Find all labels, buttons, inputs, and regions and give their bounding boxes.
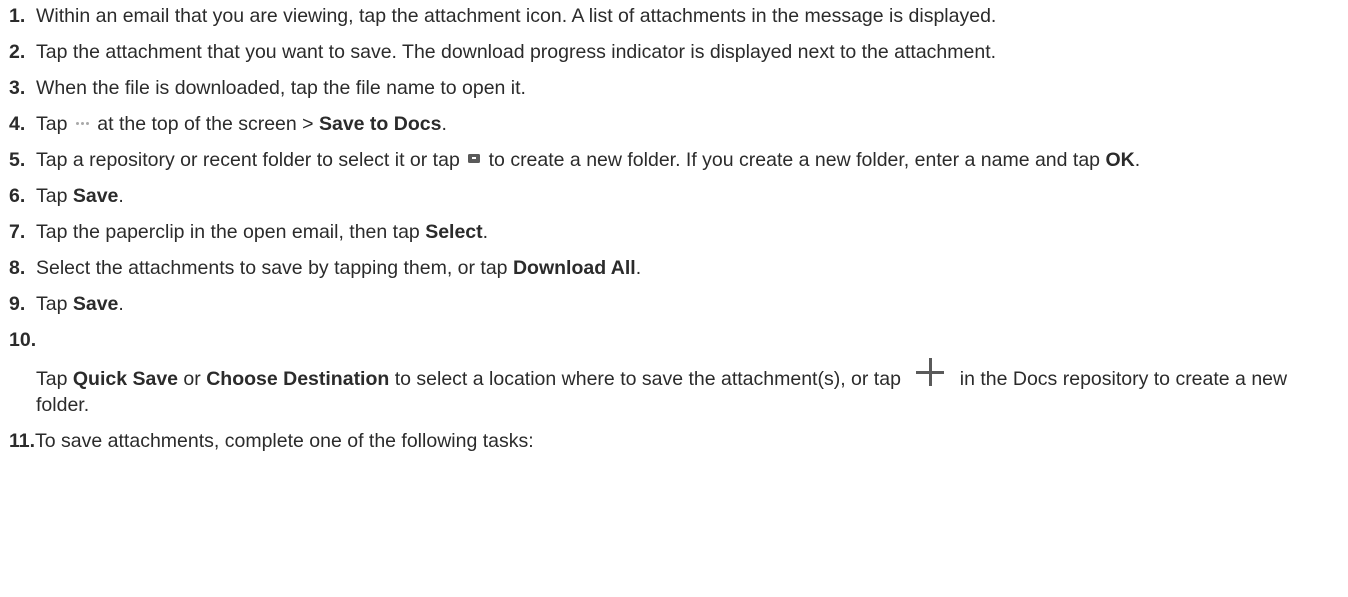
step-row: 8. Select the attachments to save by tapp…: [9, 255, 1348, 281]
ui-label-bold: Save to Docs: [318, 113, 442, 135]
step-row: 1. Within an email that you are viewing, …: [9, 3, 1348, 29]
step-text-segment: When the file is downloaded, tap the fil…: [36, 77, 526, 99]
step-text: Within an email that you are viewing, ta…: [36, 3, 1348, 29]
step-item: 6. Tap Save.: [9, 183, 1348, 209]
step-text-segment: .: [118, 293, 124, 315]
step-row: 6. Tap Save.: [9, 183, 1348, 209]
step-item: 3. When the file is downloaded, tap the f…: [9, 75, 1348, 101]
step-number: 6.: [9, 185, 26, 207]
step-number: 11.: [9, 430, 36, 452]
step-text: Tap the attachment that you want to save…: [36, 39, 1348, 65]
step-text-segment: Tap: [36, 113, 73, 135]
step-row: 5. Tap a repository or recent folder to s…: [9, 147, 1348, 173]
step-text-segment: Tap: [36, 185, 73, 207]
step-number: 5.: [9, 149, 26, 171]
step-text-segment: .: [441, 113, 447, 135]
step-row: 11. To save attachments, complete one of …: [9, 428, 1348, 454]
step-text-segment: .: [635, 257, 642, 279]
step-number: 2.: [9, 41, 26, 63]
step-item: 10. Tap Quick Save or Choose Destination …: [9, 327, 1348, 418]
step-text-segment: .: [1134, 149, 1141, 171]
step-text: To save attachments, complete one of the…: [35, 428, 1348, 454]
step-text: Tap at the top of the screen > Save to D…: [36, 111, 1348, 137]
step-item: 11. To save attachments, complete one of …: [9, 428, 1348, 454]
dot: [80, 122, 84, 126]
step-item: 7. Tap the paperclip in the open email, t…: [9, 219, 1348, 245]
step-text-segment: Tap: [36, 293, 73, 315]
step-number: 10.: [9, 329, 37, 351]
step-text-segment: or: [178, 368, 207, 390]
step-text-segment: to select a location where to save the a…: [389, 368, 907, 390]
step-text: Tap the paperclip in the open email, the…: [36, 219, 1348, 245]
step-number: 1.: [9, 5, 26, 27]
ui-label-bold: Download All: [512, 257, 636, 279]
step-number: 4.: [9, 113, 26, 135]
step-row: 3. When the file is downloaded, tap the f…: [9, 75, 1348, 101]
ui-label-bold: Save: [72, 185, 119, 207]
step-number: 7.: [9, 221, 26, 243]
step-text: Select the attachments to save by tappin…: [36, 255, 1348, 281]
ui-label-bold: Choose Destination: [206, 368, 390, 390]
step-text-segment: at the top of the screen >: [91, 113, 319, 135]
ui-label-bold: Save: [72, 293, 119, 315]
step-row: 4. Tap at the top of the screen > Save to…: [9, 111, 1348, 137]
step-text-segment: to create a new folder. If you create a …: [483, 149, 1106, 171]
step-item: 2. Tap the attachment that you want to sa…: [9, 39, 1348, 65]
step-text-segment: To save attachments, complete one of the…: [35, 430, 534, 452]
step-text-segment: Select the attachments to save by tappin…: [36, 257, 513, 279]
step-text-segment: Tap the attachment that you want to save…: [36, 41, 997, 63]
ui-label-bold: OK: [1105, 149, 1135, 171]
new-folder-icon: [468, 154, 481, 164]
step-text-segment: Tap: [36, 368, 73, 390]
step-item: 9. Tap Save.: [9, 291, 1348, 317]
step-row: 7. Tap the paperclip in the open email, t…: [9, 219, 1348, 245]
step-number: 9.: [9, 293, 26, 315]
step-text: Tap a repository or recent folder to sel…: [36, 147, 1348, 173]
ui-label-bold: Quick Save: [72, 368, 179, 390]
step-number: 3.: [9, 77, 26, 99]
step-item: 5. Tap a repository or recent folder to s…: [9, 147, 1348, 173]
step-text-segment: Within an email that you are viewing, ta…: [36, 5, 997, 27]
step-item: 1. Within an email that you are viewing, …: [9, 3, 1348, 29]
dot: [75, 122, 79, 126]
step-text-segment: .: [118, 185, 124, 207]
step-text: Tap Quick Save or Choose Destination to …: [9, 358, 1348, 418]
step-item: 4. Tap at the top of the screen > Save to…: [9, 111, 1348, 137]
more-dots-icon: [75, 122, 89, 126]
instruction-steps-list: 1. Within an email that you are viewing, …: [0, 0, 1348, 454]
step-text: When the file is downloaded, tap the fil…: [36, 75, 1348, 101]
step-text: Tap Save.: [36, 183, 1348, 209]
plus-icon: [916, 358, 945, 386]
step-item: 8. Select the attachments to save by tapp…: [9, 255, 1348, 281]
step-number: 8.: [9, 257, 26, 279]
step-text-segment: Tap a repository or recent folder to sel…: [36, 149, 466, 171]
dot: [85, 122, 89, 126]
step-text: Tap Save.: [36, 291, 1348, 317]
step-row: 9. Tap Save.: [9, 291, 1348, 317]
step-text-segment: .: [482, 221, 489, 243]
step-text-segment: Tap the paperclip in the open email, the…: [36, 221, 426, 243]
ui-label-bold: Select: [425, 221, 483, 243]
step-row: 2. Tap the attachment that you want to sa…: [9, 39, 1348, 65]
